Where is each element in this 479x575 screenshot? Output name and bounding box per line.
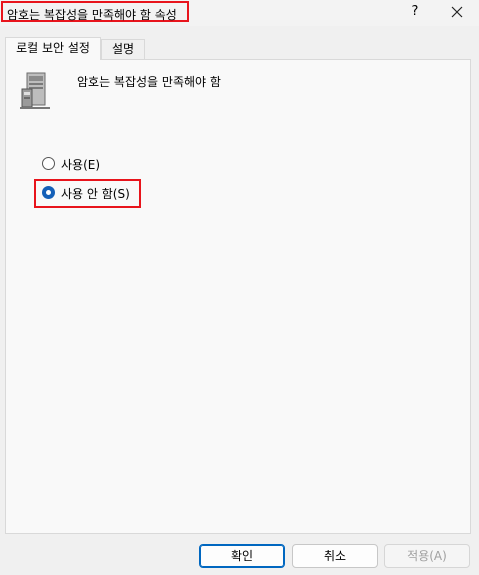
apply-button[interactable]: 적용(A) xyxy=(384,544,470,568)
dialog-title: 암호는 복잡성을 만족해야 함 속성 xyxy=(7,8,177,22)
title-bar: 암호는 복잡성을 만족해야 함 속성 ? xyxy=(0,0,479,26)
enabled-label[interactable]: 사용(E) xyxy=(61,156,100,173)
disabled-radio[interactable] xyxy=(42,186,55,199)
title-highlight-box: 암호는 복잡성을 만족해야 함 속성 xyxy=(1,1,189,22)
server-icon xyxy=(20,72,50,109)
tab-panel: 암호는 복잡성을 만족해야 함 사용(E) 사용 안 함(S) xyxy=(5,59,471,534)
ok-button[interactable]: 확인 xyxy=(199,544,285,568)
close-button[interactable] xyxy=(440,0,474,24)
close-icon xyxy=(451,6,463,18)
policy-name: 암호는 복잡성을 만족해야 함 xyxy=(77,75,221,89)
tab-local-security-setting[interactable]: 로컬 보안 설정 xyxy=(5,37,101,60)
help-button[interactable]: ? xyxy=(398,0,432,24)
tab-explain[interactable]: 설명 xyxy=(101,39,145,59)
cancel-button[interactable]: 취소 xyxy=(292,544,378,568)
enabled-radio[interactable] xyxy=(42,157,55,170)
disabled-label[interactable]: 사용 안 함(S) xyxy=(61,185,130,202)
